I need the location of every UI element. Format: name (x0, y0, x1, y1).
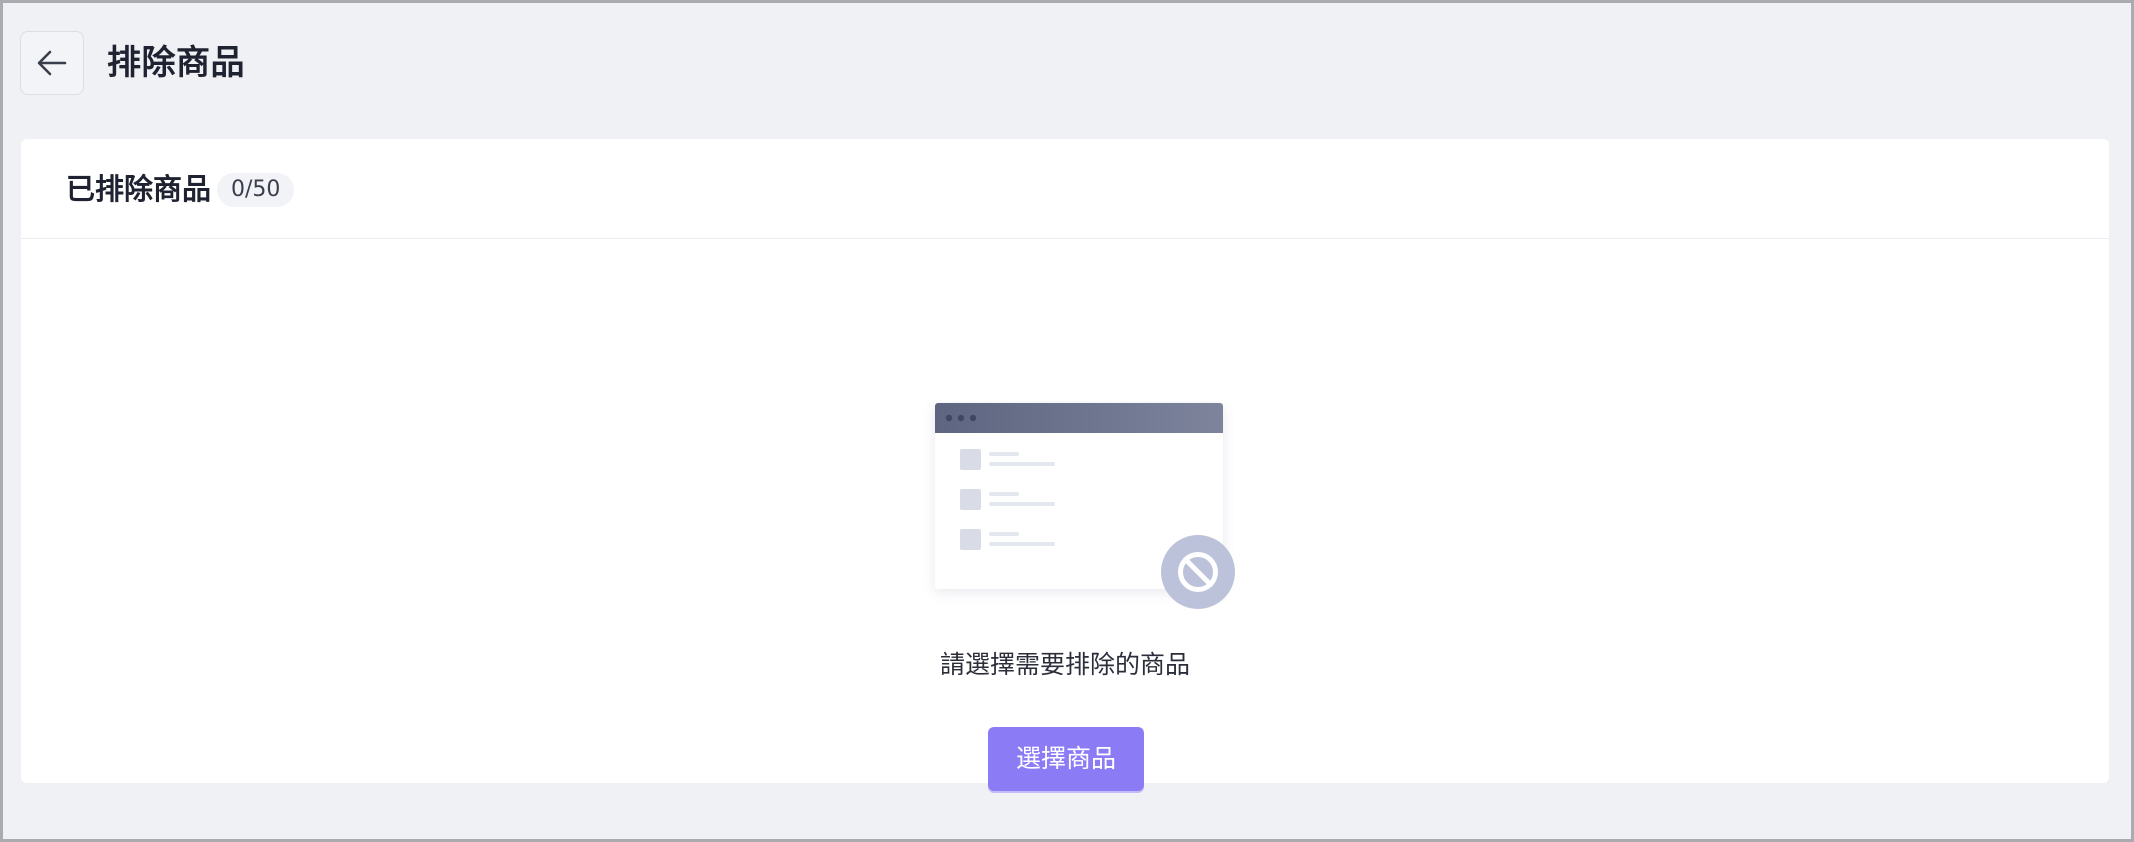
back-button[interactable] (20, 31, 84, 95)
prohibited-list-illustration (935, 403, 1235, 609)
arrow-left-icon (37, 50, 67, 76)
page-header: 排除商品 (3, 3, 2131, 133)
excluded-products-card: 已排除商品 0/50 請選擇需要排除的商品 選擇商品 (21, 139, 2109, 791)
empty-state: 請選擇需要排除的商品 選擇商品 (21, 239, 2109, 791)
app-window: 排除商品 已排除商品 0/50 請選擇需要排除的商品 選擇商品 (3, 3, 2131, 839)
select-products-button[interactable]: 選擇商品 (988, 727, 1144, 791)
prohibited-icon (1161, 535, 1235, 609)
count-badge: 0/50 (217, 173, 295, 207)
empty-state-message: 請選擇需要排除的商品 (939, 650, 1190, 679)
card-title: 已排除商品 (66, 172, 212, 206)
card-header: 已排除商品 0/50 (21, 139, 2109, 239)
page-title: 排除商品 (107, 43, 245, 83)
